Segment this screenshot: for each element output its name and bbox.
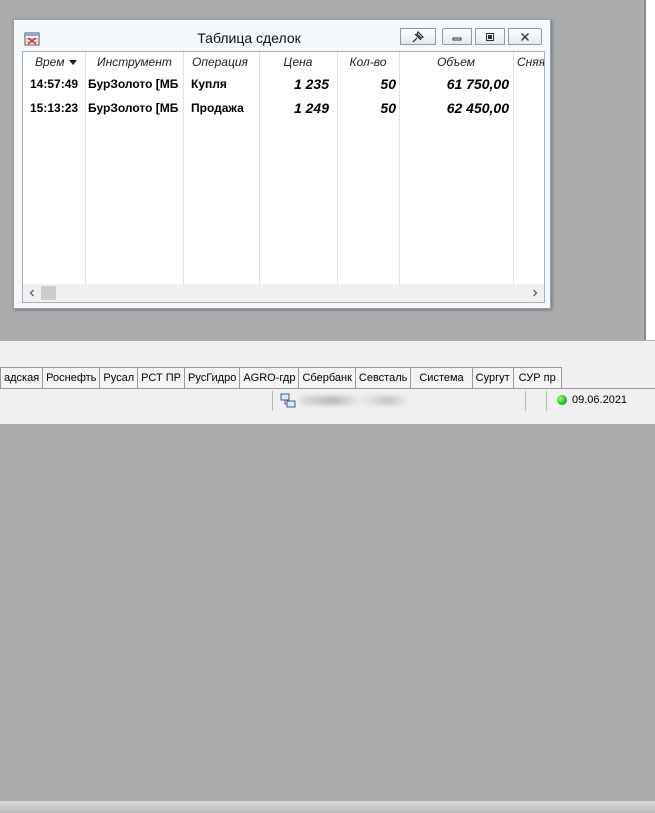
cell-qty[interactable]: 50: [337, 74, 396, 94]
cell-time[interactable]: 14:57:49: [30, 74, 84, 94]
cell-instrument[interactable]: БурЗолото [МБ: [88, 98, 182, 118]
tab-instrument[interactable]: Роснефть: [42, 367, 101, 388]
status-separator: [546, 391, 547, 411]
header-price[interactable]: Цена: [259, 52, 337, 72]
tab-instrument[interactable]: Русал: [99, 367, 139, 388]
minimize-button[interactable]: [442, 28, 472, 45]
tab-instrument[interactable]: Система: [410, 367, 473, 388]
cell-operation[interactable]: Продажа: [191, 98, 257, 118]
status-separator: [272, 391, 273, 411]
close-button[interactable]: [508, 28, 542, 45]
tab-instrument[interactable]: РСТ ПР: [137, 367, 185, 388]
chevron-left-icon: [29, 289, 34, 297]
status-bottom-edge: [0, 801, 655, 813]
tab-instrument[interactable]: Севсталь: [354, 367, 412, 388]
cell-instrument[interactable]: БурЗолото [МБ: [88, 74, 182, 94]
header-operation[interactable]: Операция: [192, 52, 258, 72]
tab-instrument[interactable]: адская: [0, 367, 44, 388]
window-titlebar[interactable]: Таблица сделок: [14, 20, 550, 52]
header-volume[interactable]: Объем: [399, 52, 513, 72]
status-date: 09.06.2021: [572, 394, 628, 406]
tab-instrument[interactable]: СУР пр: [512, 367, 562, 388]
scroll-thumb[interactable]: [41, 286, 56, 300]
side-panel: [646, 0, 655, 340]
deals-table: Врем Инструмент Операция Цена Кол-во Объ…: [22, 51, 545, 303]
tab-instrument[interactable]: Сургут: [471, 367, 514, 388]
sort-desc-icon: [69, 60, 78, 65]
network-icon: [280, 393, 296, 408]
scroll-right-button[interactable]: [526, 284, 544, 302]
cell-price[interactable]: 1 249: [259, 98, 329, 118]
pin-button[interactable]: [400, 28, 436, 45]
cell-volume[interactable]: 62 450,00: [399, 98, 509, 118]
header-time[interactable]: Врем: [35, 52, 85, 72]
header-extra[interactable]: Сняя: [517, 52, 544, 72]
status-separator: [525, 391, 526, 411]
scroll-left-button[interactable]: [23, 284, 41, 302]
cell-operation[interactable]: Купля: [191, 74, 257, 94]
minimize-icon: [452, 37, 462, 40]
cell-price[interactable]: 1 235: [259, 74, 329, 94]
cell-qty[interactable]: 50: [337, 98, 396, 118]
close-icon: [521, 32, 529, 41]
cell-time[interactable]: 15:13:23: [30, 98, 84, 118]
status-bar: 09.06.2021: [0, 389, 655, 813]
header-instrument[interactable]: Инструмент: [97, 52, 183, 72]
header-qty[interactable]: Кол-во: [337, 52, 399, 72]
instrument-tabs: адская Роснефть Русал РСТ ПР РусГидро AG…: [0, 367, 562, 389]
tab-instrument[interactable]: AGRO-гдр: [239, 367, 300, 388]
pin-icon: [412, 30, 424, 42]
connection-status-indicator: [557, 395, 567, 405]
maximize-button[interactable]: [475, 28, 505, 45]
deals-table-window: Таблица сделок Врем Инструмент Операция …: [13, 19, 551, 309]
chevron-right-icon: [533, 289, 538, 297]
maximize-icon: [486, 32, 494, 41]
horizontal-scrollbar[interactable]: [23, 284, 544, 302]
cell-volume[interactable]: 61 750,00: [399, 74, 509, 94]
tab-instrument[interactable]: РусГидро: [183, 367, 241, 388]
connection-info-redacted: [300, 396, 410, 405]
tab-instrument[interactable]: Сбербанк: [298, 367, 356, 388]
